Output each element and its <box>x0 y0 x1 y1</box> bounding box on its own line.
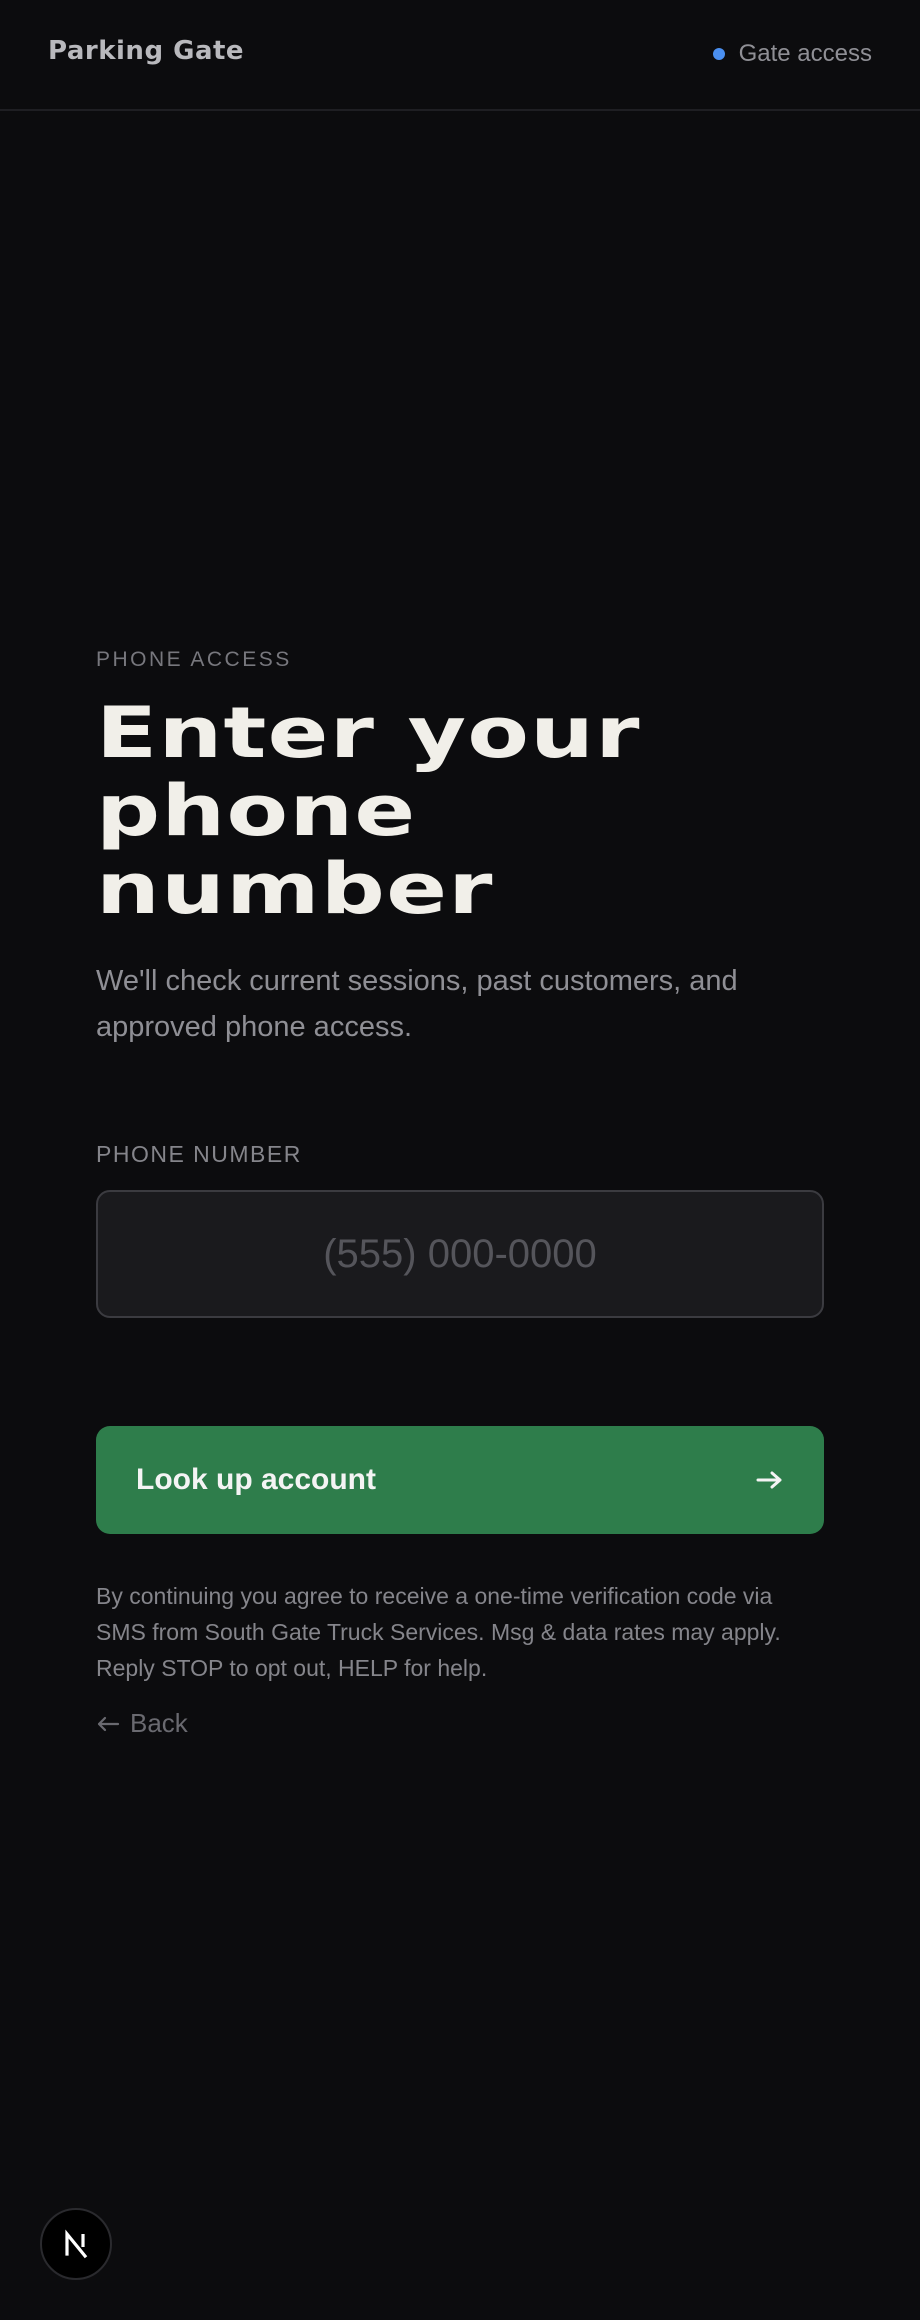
page-subtitle: We'll check current sessions, past custo… <box>96 965 738 1043</box>
arrow-left-icon <box>97 1716 120 1731</box>
back-label: Back <box>130 1708 188 1738</box>
arrow-right-icon <box>756 1471 782 1489</box>
look-up-account-label: Look up account <box>136 1463 376 1496</box>
phone-number-input[interactable] <box>96 1190 824 1318</box>
phone-number-label: PHONE NUMBER <box>96 1141 302 1167</box>
brand-name[interactable]: Parking Gate <box>48 36 244 66</box>
eyebrow-label: PHONE ACCESS <box>96 648 292 671</box>
look-up-account-button[interactable]: Look up account <box>96 1426 824 1534</box>
gate-status: Gate access <box>712 40 872 68</box>
phone-access-form: PHONE ACCESS Enter your phone number We'… <box>96 640 824 1739</box>
nextjs-logo-icon <box>65 2229 88 2259</box>
nextjs-dev-badge[interactable] <box>40 2208 112 2280</box>
sms-consent-disclaimer: By continuing you agree to receive a one… <box>96 1583 781 1681</box>
page-title: Enter your phone number <box>96 692 641 930</box>
back-link[interactable]: Back <box>96 1708 188 1739</box>
status-label: Gate access <box>738 40 872 67</box>
status-dot-icon <box>712 48 725 60</box>
top-bar: Parking Gate Gate access <box>0 0 920 111</box>
